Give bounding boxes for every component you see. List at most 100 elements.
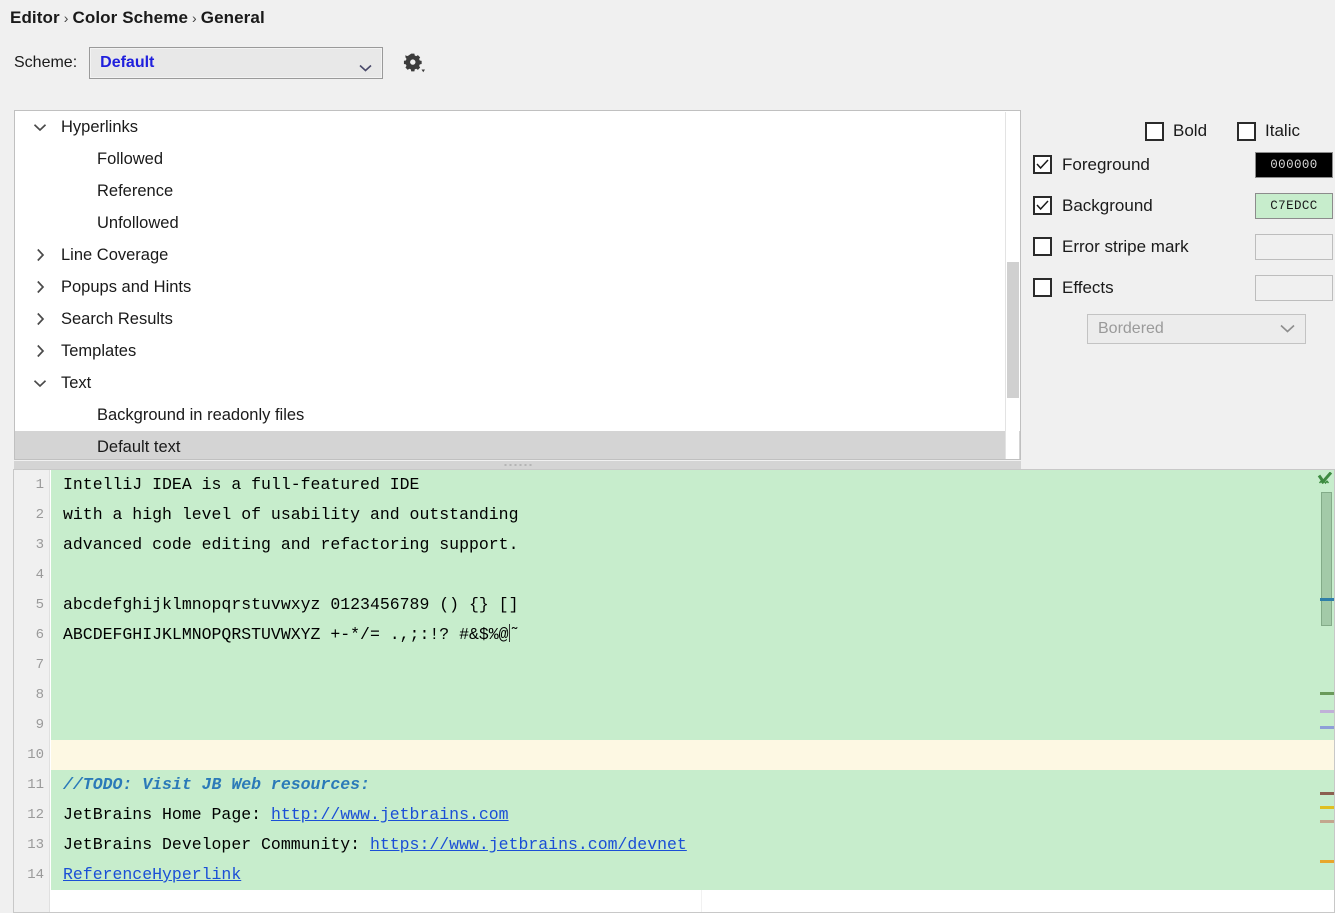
editor-line[interactable]: 13 JetBrains Developer Community: https:/… <box>27 830 1334 860</box>
tree-item-reference[interactable]: Reference <box>15 175 1020 207</box>
color-scheme-category-tree[interactable]: Hyperlinks Followed Reference Unfollowed Lin… <box>14 110 1021 460</box>
editor-scrollbar[interactable] <box>1317 470 1334 912</box>
line-number: 11 <box>27 777 44 793</box>
bold-checkbox[interactable] <box>1145 121 1164 141</box>
plain-text: abcdefghijklmnopqrstuvwxyz 0123456789 ()… <box>63 595 519 614</box>
scrollbar-marker[interactable] <box>1320 598 1334 601</box>
scheme-label: Scheme: <box>14 54 78 71</box>
tree-item-default-text[interactable]: Default text <box>15 431 1020 459</box>
tree-scrollbar-thumb[interactable] <box>1007 262 1019 398</box>
tree-item-unfollowed[interactable]: Unfollowed <box>15 207 1020 239</box>
hyperlink[interactable]: https://www.jetbrains.com/devnet <box>370 835 687 854</box>
chevron-down-icon[interactable] <box>29 372 51 394</box>
breadcrumb-separator: › <box>192 10 197 26</box>
todo-comment: //TODO: Visit JB Web resources: <box>63 775 370 794</box>
tree-item-followed[interactable]: Followed <box>15 143 1020 175</box>
scrollbar-marker[interactable] <box>1320 792 1334 795</box>
line-number: 1 <box>35 477 44 493</box>
editor-line[interactable]: 5 abcdefghijklmnopqrstuvwxyz 0123456789 (… <box>36 590 1334 620</box>
italic-checkbox[interactable] <box>1237 121 1257 141</box>
tree-item-popups-and-hints[interactable]: Popups and Hints <box>15 271 1020 303</box>
scrollbar-marker[interactable] <box>1320 692 1334 695</box>
plain-text: with a high level of usability and outst… <box>63 505 519 524</box>
error-stripe-label: Error stripe mark <box>1062 236 1189 256</box>
background-color-swatch[interactable]: C7EDCC <box>1255 192 1333 219</box>
editor-line[interactable]: 7 <box>36 650 1334 680</box>
scheme-select[interactable]: Default <box>89 47 384 79</box>
editor-line[interactable]: 9 <box>36 710 1334 740</box>
chevron-right-icon[interactable] <box>29 244 51 266</box>
tree-item-templates[interactable]: Templates <box>15 335 1020 367</box>
editor-line[interactable]: 10 <box>27 740 1334 770</box>
tree-item-line-coverage[interactable]: Line Coverage <box>15 239 1020 271</box>
inspection-ok-checkmark-icon[interactable] <box>1317 471 1333 489</box>
error-stripe-checkbox[interactable] <box>1033 237 1052 256</box>
reference-hyperlink[interactable]: ReferenceHyperlink <box>63 865 241 884</box>
color-scheme-preview-editor[interactable]: 1 IntelliJ IDEA is a full-featured IDE 2 wi… <box>13 469 1335 913</box>
italic-checkbox-row[interactable]: Italic <box>1237 121 1300 141</box>
tree-item-label: Search Results <box>61 309 173 328</box>
editor-line[interactable]: 2 with a high level of usability and outs… <box>36 500 1334 530</box>
editor-code-area[interactable]: 1 IntelliJ IDEA is a full-featured IDE 2 wi… <box>27 470 1334 912</box>
scrollbar-marker[interactable] <box>1320 860 1334 863</box>
editor-line[interactable]: 6 ABCDEFGHIJKLMNOPQRSTUVWXYZ +-*/= .,;:!?… <box>36 620 1334 650</box>
chevron-down-icon <box>359 59 372 72</box>
foreground-label: Foreground <box>1062 154 1150 174</box>
foreground-checkbox[interactable] <box>1033 155 1052 174</box>
effects-color-swatch[interactable] <box>1255 274 1333 301</box>
line-content: with a high level of usability and outst… <box>51 500 518 530</box>
effects-checkbox[interactable] <box>1033 278 1052 297</box>
breadcrumb-part-editor[interactable]: Editor <box>10 8 60 27</box>
editor-line[interactable]: 11 //TODO: Visit JB Web resources: <box>27 770 1334 800</box>
breadcrumb-part-general[interactable]: General <box>201 8 265 27</box>
tree-item-label: Popups and Hints <box>61 277 192 296</box>
hyperlink[interactable]: http://www.jetbrains.com <box>271 805 509 824</box>
tree-item-text[interactable]: Text <box>15 367 1020 399</box>
scrollbar-marker[interactable] <box>1320 806 1334 809</box>
breadcrumb-part-color-scheme[interactable]: Color Scheme <box>72 8 188 27</box>
line-number: 8 <box>35 687 44 703</box>
error-stripe-row: Error stripe mark <box>1033 226 1333 267</box>
line-number: 9 <box>35 717 44 733</box>
tree-scrollbar[interactable] <box>1005 112 1019 459</box>
scheme-settings-gear-button[interactable] <box>397 49 431 77</box>
scheme-row: Scheme: Default <box>14 46 431 80</box>
tree-item-search-results[interactable]: Search Results <box>15 303 1020 335</box>
editor-line[interactable]: 4 <box>36 560 1334 590</box>
chevron-right-icon[interactable] <box>29 276 51 298</box>
line-number: 10 <box>27 747 44 763</box>
line-content: advanced code editing and refactoring su… <box>51 530 518 560</box>
editor-line[interactable]: 8 <box>36 680 1334 710</box>
line-number: 7 <box>35 657 44 673</box>
attribute-properties-panel: Bold Italic Foreground 000000 Background… <box>1033 118 1333 344</box>
editor-line[interactable]: 3 advanced code editing and refactoring s… <box>36 530 1334 560</box>
chevron-down-icon <box>1280 320 1295 338</box>
chevron-right-icon[interactable] <box>29 340 51 362</box>
panel-splitter[interactable] <box>14 461 1021 469</box>
scrollbar-marker[interactable] <box>1320 820 1334 823</box>
effects-type-select[interactable]: Bordered <box>1087 314 1306 344</box>
scrollbar-marker[interactable] <box>1320 726 1334 729</box>
chevron-down-icon[interactable] <box>29 116 51 138</box>
breadcrumb-separator: › <box>63 10 69 26</box>
editor-scrollbar-thumb[interactable] <box>1321 492 1332 626</box>
chevron-right-icon[interactable] <box>29 308 51 330</box>
scheme-select-value: Default <box>100 54 155 71</box>
tree-item-label: Reference <box>97 181 174 200</box>
scrollbar-marker[interactable] <box>1320 710 1334 713</box>
bold-checkbox-row[interactable]: Bold <box>1145 121 1207 141</box>
background-checkbox[interactable] <box>1033 196 1052 215</box>
effects-label: Effects <box>1062 277 1114 297</box>
line-content: ReferenceHyperlink <box>51 860 241 890</box>
plain-text: JetBrains Developer Community: <box>63 835 370 854</box>
tree-item-background-in-readonly-files[interactable]: Background in readonly files <box>15 399 1020 431</box>
tree-item-hyperlinks[interactable]: Hyperlinks <box>15 111 1020 143</box>
error-stripe-color-swatch[interactable] <box>1255 233 1333 260</box>
editor-line[interactable]: 12 JetBrains Home Page: http://www.jetbra… <box>27 800 1334 830</box>
foreground-color-swatch[interactable]: 000000 <box>1255 151 1333 178</box>
line-content: ABCDEFGHIJKLMNOPQRSTUVWXYZ +-*/= .,;:!? … <box>51 620 519 650</box>
editor-line[interactable]: 1 IntelliJ IDEA is a full-featured IDE <box>36 470 1334 500</box>
editor-line[interactable]: 14 ReferenceHyperlink <box>27 860 1334 890</box>
tree-item-label: Text <box>61 373 92 392</box>
bold-label: Bold <box>1173 121 1208 140</box>
